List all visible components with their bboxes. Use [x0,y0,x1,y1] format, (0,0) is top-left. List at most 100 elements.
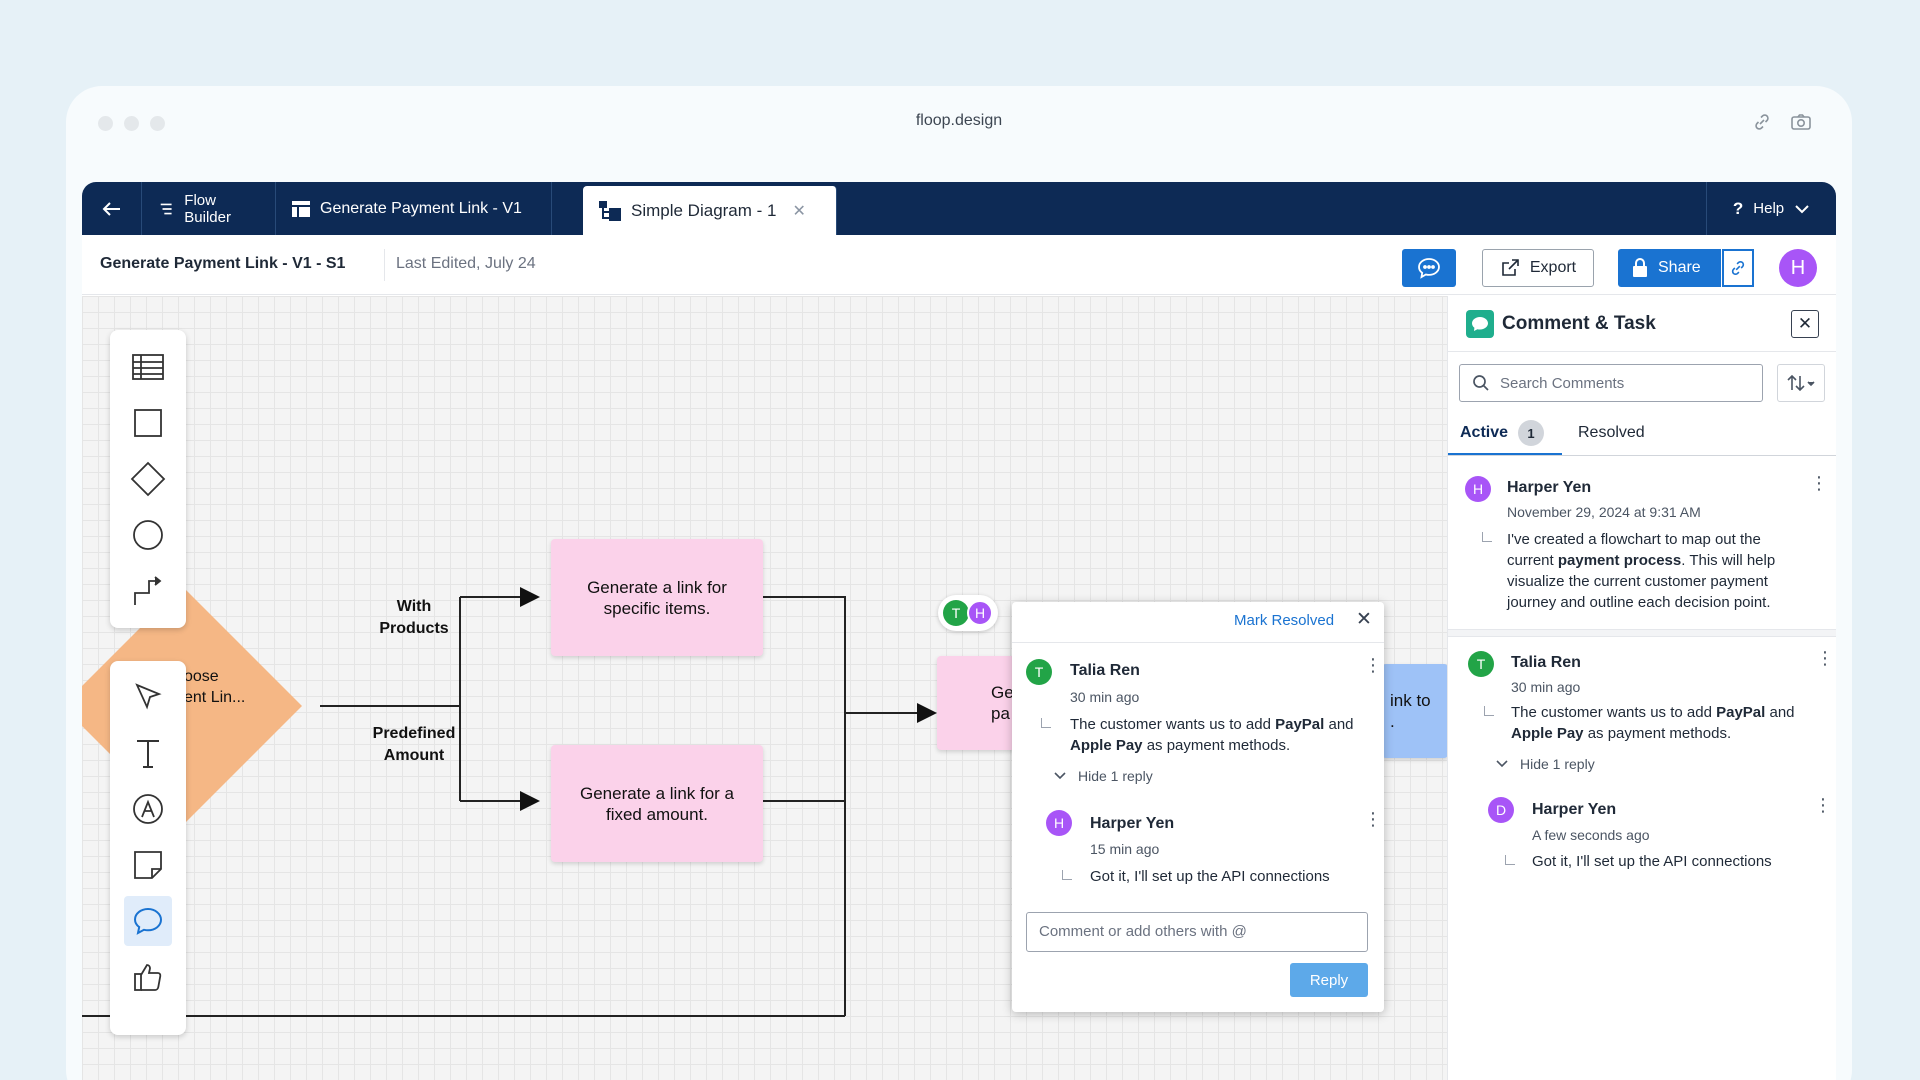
copy-link-button[interactable] [1722,249,1754,287]
branch-label-line: With [396,598,432,615]
branch-label-line: Amount [383,747,445,764]
text-run-bold: PayPal [1275,716,1325,733]
reply-button[interactable]: Reply [1290,963,1368,997]
thread-line [1505,855,1515,865]
mark-resolved-button[interactable]: Mark Resolved [1234,612,1334,629]
sticky-note-tool[interactable] [110,837,186,893]
text-run: as payment methods. [1142,737,1291,754]
chevron-down-icon [1795,204,1809,213]
comment-author: Harper Yen [1532,801,1617,818]
diagram-tree-icon [599,200,621,221]
search-placeholder: Search Comments [1500,374,1625,392]
share-button[interactable]: Share [1618,249,1754,287]
reply-input[interactable]: Comment or add others with @ [1026,912,1368,952]
active-count-badge: 1 [1518,420,1545,446]
text-run-bold: Apple Pay [1070,737,1143,754]
tab-active[interactable]: Active 1 [1460,420,1545,446]
comment-author: Talia Ren [1070,662,1140,679]
text-run-bold: PayPal [1716,704,1766,721]
user-avatar[interactable]: H [1779,249,1817,287]
decision-label: oose ent Lin... [184,666,245,708]
text-run-bold: payment process [1557,552,1682,569]
branch-label-line: Predefined [372,725,456,742]
branch-label-with-products: With Products [364,596,464,640]
search-comments-input[interactable]: Search Comments [1459,364,1763,402]
more-options-icon[interactable]: ⋮ [1810,474,1828,492]
thumbs-up-icon [134,964,162,991]
node-fixed-amount[interactable]: Generate a link for a fixed amount. [551,745,763,862]
comment-tool[interactable] [124,896,172,946]
select-tool[interactable] [110,669,186,725]
text-tool[interactable] [110,725,186,781]
node-label-line: Ge [991,683,1014,702]
node-label-line: . [1390,712,1395,731]
hide-reply-toggle[interactable]: Hide 1 reply [1054,768,1153,784]
node-specific-items[interactable]: Generate a link for specific items. [551,539,763,656]
comment-time: 15 min ago [1090,841,1160,857]
comment-time: 30 min ago [1511,679,1581,695]
avatar: T [1468,651,1494,677]
rectangle-tool[interactable] [110,395,186,451]
lock-icon [1633,258,1647,277]
pen-circle-icon [133,794,163,824]
tab-simple-diagram[interactable]: Simple Diagram - 1 ✕ [583,186,837,235]
avatar: H [1465,476,1491,502]
sort-button[interactable] [1777,364,1825,402]
connector-tool[interactable] [110,563,186,619]
close-tab-icon[interactable]: ✕ [793,201,806,221]
diamond-tool[interactable] [110,451,186,507]
tab-resolved[interactable]: Resolved [1578,424,1645,442]
panel-title: Comment & Task [1502,313,1656,334]
text-run: The customer wants us to add [1511,704,1717,721]
tab-generate-payment-link[interactable]: Generate Payment Link - V1 [276,182,552,235]
divider [1448,455,1836,456]
more-options-icon[interactable]: ⋮ [1364,656,1382,674]
comment-time: A few seconds ago [1532,827,1650,843]
close-panel-button[interactable]: ✕ [1791,310,1819,338]
close-icon[interactable]: ✕ [1356,608,1372,631]
document-title: Generate Payment Link - V1 - S1 [100,255,346,272]
tab-flow-builder[interactable]: Flow Builder [142,182,276,235]
table-tool[interactable] [110,339,186,395]
comments-toggle-button[interactable] [1402,249,1456,287]
comment-pin[interactable]: T H [938,595,998,631]
hide-reply-toggle[interactable]: Hide 1 reply [1496,756,1595,772]
text-run-bold: Apple Pay [1511,725,1584,742]
comment-thread-popup: Mark Resolved ✕ T Talia Ren ⋮ 30 min ago… [1012,602,1384,1012]
tab-active-label: Active [1460,424,1509,441]
elbow-arrow-icon [134,576,162,605]
avatar: D [1488,797,1514,823]
link-icon[interactable] [1752,112,1772,132]
node-blue-partial[interactable]: ink to. [1382,664,1447,758]
comment-author: Talia Ren [1511,654,1581,671]
help-menu[interactable]: ? Help [1706,182,1836,235]
comment-text: The customer wants us to add PayPal and … [1511,702,1817,744]
url-bar[interactable]: floop.design [66,112,1852,130]
export-button[interactable]: Export [1482,249,1594,287]
hide-reply-label: Hide 1 reply [1520,756,1595,772]
table-icon [132,354,164,380]
comment-text: Got it, I'll set up the API connections [1532,853,1772,870]
text-icon [137,740,159,768]
more-options-icon[interactable]: ⋮ [1364,810,1382,828]
chevron-down-icon [1496,760,1508,768]
more-options-icon[interactable]: ⋮ [1814,796,1832,814]
circle-tool[interactable] [110,507,186,563]
comment-task-panel: Comment & Task ✕ Search Comments Active … [1447,296,1836,1080]
more-options-icon[interactable]: ⋮ [1816,649,1834,667]
tab-flow-builder-label: Flow Builder [184,191,231,226]
tab-generate-payment-link-label: Generate Payment Link - V1 [320,199,522,217]
divider [1448,629,1836,637]
comment-text: Got it, I'll set up the API connections [1090,868,1330,885]
external-link-icon [1502,259,1519,276]
help-label: Help [1753,200,1785,217]
link-icon [1731,260,1745,276]
pen-tool[interactable] [110,781,186,837]
comment-task-icon [1466,310,1494,338]
document-toolbar: Generate Payment Link - V1 - S1 Last Edi… [82,235,1836,295]
camera-icon[interactable] [1790,112,1812,132]
app-window: Flow Builder Generate Payment Link - V1 … [82,182,1836,1080]
comment-text: I've created a flowchart to map out the … [1507,529,1807,613]
back-button[interactable] [82,182,142,235]
reaction-tool[interactable] [110,949,186,1005]
